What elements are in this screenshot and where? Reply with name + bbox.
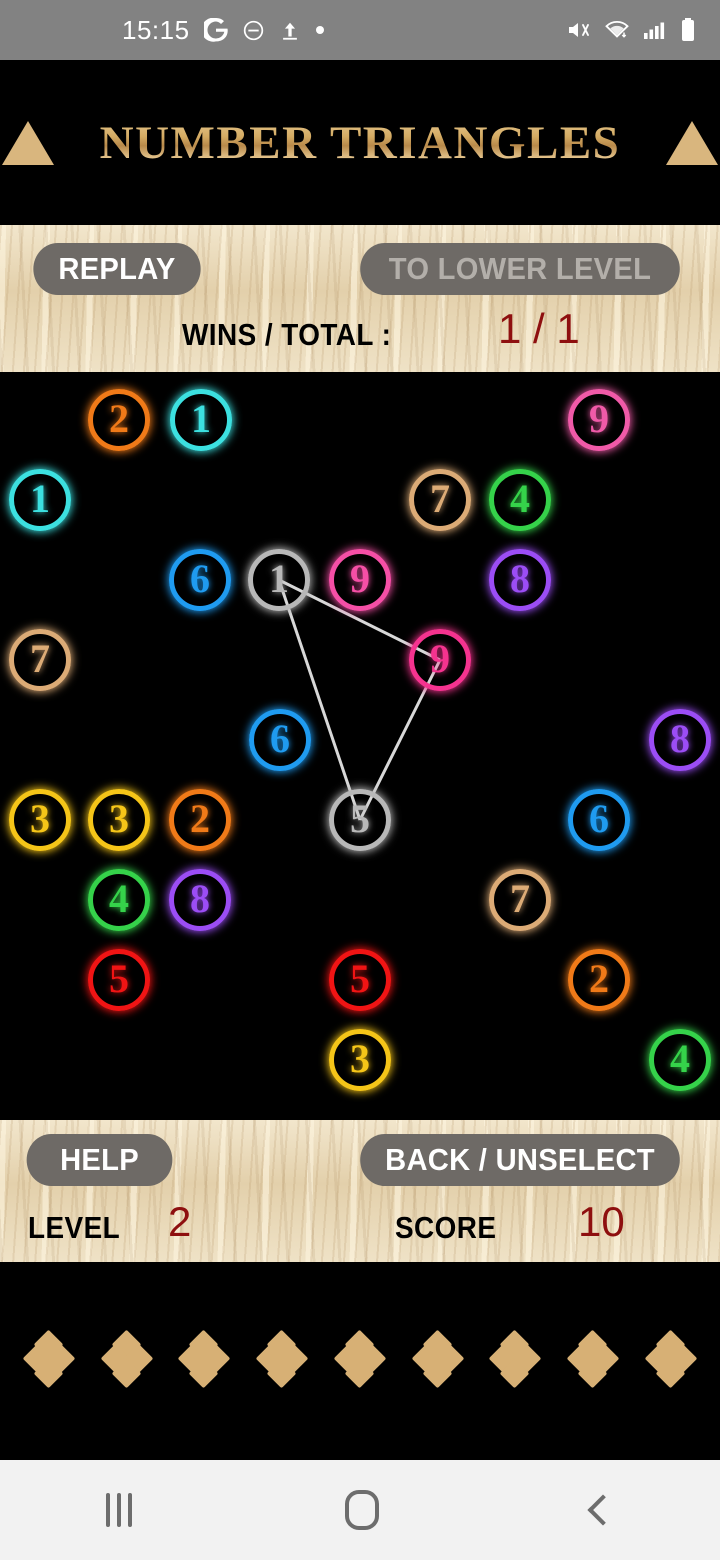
number-node[interactable]: 3 [9, 789, 71, 851]
android-nav-bar [0, 1460, 720, 1560]
battery-icon [680, 17, 696, 43]
number-node[interactable]: 8 [169, 869, 231, 931]
number-node[interactable]: 2 [88, 389, 150, 451]
signal-icon [642, 18, 668, 42]
number-node-value: 1 [30, 475, 50, 521]
mute-icon [566, 18, 592, 42]
diamond-cluster-icon [411, 1329, 465, 1390]
app-title-bar: NUMBER TRIANGLES [0, 60, 720, 225]
back-icon[interactable] [587, 1494, 619, 1526]
number-node[interactable]: 5 [329, 949, 391, 1011]
triangle-icon [666, 120, 719, 165]
status-bar-left: 15:15 [122, 15, 325, 46]
level-label: LEVEL [28, 1210, 121, 1245]
replay-button[interactable]: REPLAY [33, 243, 201, 295]
back-unselect-button[interactable]: BACK / UNSELECT [360, 1134, 680, 1186]
number-node-value: 6 [270, 715, 290, 761]
number-node-value: 8 [190, 875, 210, 921]
number-node-value: 5 [350, 955, 370, 1001]
number-node[interactable]: 4 [88, 869, 150, 931]
number-node[interactable]: 5 [88, 949, 150, 1011]
diamond-cluster-icon [333, 1329, 387, 1390]
top-toolbar: REPLAY TO LOWER LEVEL WINS / TOTAL : 1 /… [0, 225, 720, 372]
number-node[interactable]: 4 [489, 469, 551, 531]
number-node-value: 6 [589, 795, 609, 841]
number-node-value: 2 [109, 395, 129, 441]
number-node[interactable]: 4 [649, 1029, 711, 1091]
wifi-icon [604, 18, 630, 42]
triangle-icon [1, 120, 54, 165]
number-node-value: 7 [510, 875, 530, 921]
status-bar-clock: 15:15 [122, 14, 190, 45]
number-node-value: 7 [30, 635, 50, 681]
decorative-diamond-strip [0, 1262, 720, 1460]
number-node[interactable]: 5 [329, 789, 391, 851]
number-node-value: 2 [589, 955, 609, 1001]
number-node[interactable]: 2 [568, 949, 630, 1011]
level-value: 2 [168, 1198, 192, 1245]
status-bar-right [566, 17, 696, 43]
do-not-disturb-icon [242, 19, 265, 42]
diamond-cluster-icon [22, 1329, 76, 1390]
number-node[interactable]: 6 [568, 789, 630, 851]
number-node-value: 7 [430, 475, 450, 521]
home-icon[interactable] [344, 1490, 379, 1530]
status-bar: 15:15 [0, 0, 720, 60]
number-node-value: 4 [109, 875, 129, 921]
to-lower-level-button[interactable]: TO LOWER LEVEL [360, 243, 680, 295]
number-node-value: 4 [510, 475, 530, 521]
recents-icon[interactable] [106, 1493, 133, 1527]
page-title: NUMBER TRIANGLES [99, 116, 621, 169]
upload-icon [279, 19, 301, 42]
number-node[interactable]: 7 [9, 629, 71, 691]
number-node[interactable]: 8 [489, 549, 551, 611]
diamond-cluster-icon [489, 1329, 542, 1390]
number-node[interactable]: 3 [88, 789, 150, 851]
number-node[interactable]: 7 [409, 469, 471, 531]
dot-icon [315, 25, 325, 35]
diamond-cluster-icon [566, 1329, 620, 1390]
number-node[interactable]: 9 [568, 389, 630, 451]
number-node-value: 5 [109, 955, 129, 1001]
number-node-value: 8 [510, 555, 530, 601]
number-node[interactable]: 9 [409, 629, 471, 691]
diamond-cluster-icon [644, 1329, 698, 1390]
google-icon [203, 18, 228, 42]
number-node[interactable]: 2 [169, 789, 231, 851]
help-button[interactable]: HELP [26, 1134, 173, 1186]
number-node-value: 1 [269, 555, 289, 601]
number-node[interactable]: 1 [248, 549, 310, 611]
score-value: 10 [578, 1198, 625, 1245]
number-node-value: 9 [350, 555, 370, 601]
wins-total-value: 1 / 1 [498, 305, 580, 352]
edge-1-5 [277, 579, 362, 821]
number-node-value: 9 [430, 635, 450, 681]
number-node-value: 2 [190, 795, 210, 841]
diamond-cluster-icon [100, 1329, 153, 1390]
number-node-value: 3 [109, 795, 129, 841]
number-node[interactable]: 3 [329, 1029, 391, 1091]
number-node-value: 9 [589, 395, 609, 441]
number-node[interactable]: 1 [9, 469, 71, 531]
number-node-value: 1 [191, 395, 211, 441]
score-label: SCORE [395, 1210, 497, 1245]
bottom-toolbar: HELP BACK / UNSELECT LEVEL 2 SCORE 10 [0, 1120, 720, 1262]
number-node[interactable]: 1 [170, 389, 232, 451]
number-node-value: 6 [190, 555, 210, 601]
number-node[interactable]: 9 [329, 549, 391, 611]
wins-total-label: WINS / TOTAL : [182, 317, 392, 352]
diamond-cluster-icon [178, 1329, 231, 1390]
number-node[interactable]: 6 [169, 549, 231, 611]
number-node-value: 8 [670, 715, 690, 761]
number-node[interactable]: 7 [489, 869, 551, 931]
number-node[interactable]: 6 [249, 709, 311, 771]
diamond-cluster-icon [255, 1329, 309, 1390]
number-node-value: 3 [350, 1035, 370, 1081]
game-board[interactable]: 219174619879683325648755234 [0, 372, 720, 1120]
number-node-value: 5 [350, 795, 370, 841]
number-node-value: 4 [670, 1035, 690, 1081]
number-node-value: 3 [30, 795, 50, 841]
number-node[interactable]: 8 [649, 709, 711, 771]
